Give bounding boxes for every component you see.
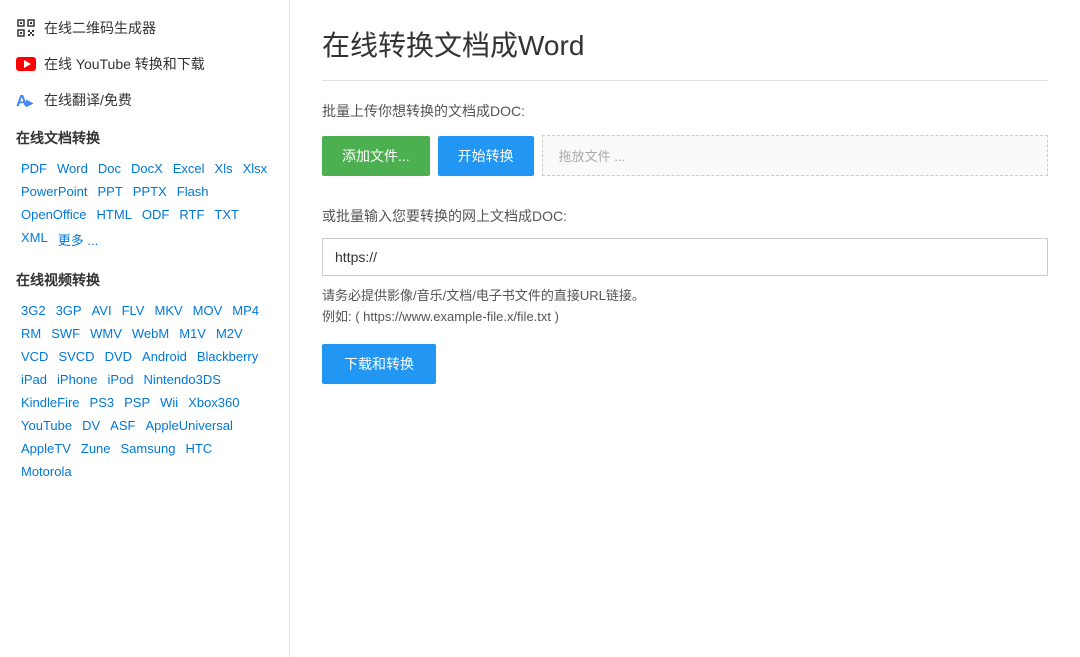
format-openoffice[interactable]: OpenOffice <box>16 204 92 225</box>
format-youtube[interactable]: YouTube <box>16 415 77 436</box>
upload-label: 批量上传你想转换的文档成DOC: <box>322 101 1048 121</box>
url-hint: 请务必提供影像/音乐/文档/电子书文件的直接URL链接。 例如: ( https… <box>322 286 1048 328</box>
url-section: 或批量输入您要转换的网上文档成DOC: 请务必提供影像/音乐/文档/电子书文件的… <box>322 206 1048 384</box>
format-m1v[interactable]: M1V <box>174 323 211 344</box>
format-mov[interactable]: MOV <box>188 300 228 321</box>
format-xml[interactable]: XML <box>16 227 53 252</box>
sidebar-item-youtube-label: 在线 YouTube 转换和下载 <box>44 54 205 74</box>
youtube-icon <box>16 54 36 74</box>
format-nintendo3ds[interactable]: Nintendo3DS <box>139 369 226 390</box>
sidebar-item-translate[interactable]: A ▶ 在线翻译/免费 <box>0 82 289 118</box>
format-3g2[interactable]: 3G2 <box>16 300 51 321</box>
format-dv[interactable]: DV <box>77 415 105 436</box>
format-rm[interactable]: RM <box>16 323 46 344</box>
format-odf[interactable]: ODF <box>137 204 174 225</box>
format-appletv[interactable]: AppleTV <box>16 438 76 459</box>
format-excel[interactable]: Excel <box>168 158 210 179</box>
url-label: 或批量输入您要转换的网上文档成DOC: <box>322 206 1048 226</box>
sidebar-item-qr[interactable]: 在线二维码生成器 <box>0 10 289 46</box>
format-dvd[interactable]: DVD <box>100 346 137 367</box>
format-asf[interactable]: ASF <box>105 415 140 436</box>
format-mkv[interactable]: MKV <box>149 300 187 321</box>
format-webm[interactable]: WebM <box>127 323 174 344</box>
doc-section-title: 在线文档转换 <box>0 118 289 154</box>
start-convert-button[interactable]: 开始转换 <box>438 136 534 176</box>
format-ipad[interactable]: iPad <box>16 369 52 390</box>
format-avi[interactable]: AVI <box>87 300 117 321</box>
sidebar-item-qr-label: 在线二维码生成器 <box>44 18 156 38</box>
doc-format-grid: PDF Word Doc DocX Excel Xls Xlsx PowerPo… <box>0 154 289 260</box>
format-swf[interactable]: SWF <box>46 323 85 344</box>
format-appleuniversal[interactable]: AppleUniversal <box>140 415 237 436</box>
format-motorola[interactable]: Motorola <box>16 461 77 482</box>
translate-icon: A ▶ <box>16 90 36 110</box>
format-ps3[interactable]: PS3 <box>85 392 120 413</box>
format-iphone[interactable]: iPhone <box>52 369 102 390</box>
format-doc[interactable]: Doc <box>93 158 126 179</box>
main-content: 在线转换文档成Word 批量上传你想转换的文档成DOC: 添加文件... 开始转… <box>290 0 1080 657</box>
format-flv[interactable]: FLV <box>117 300 150 321</box>
drop-zone[interactable]: 拖放文件 ... <box>542 135 1048 176</box>
format-html[interactable]: HTML <box>92 204 137 225</box>
format-psp[interactable]: PSP <box>119 392 155 413</box>
format-samsung[interactable]: Samsung <box>116 438 181 459</box>
format-3gp[interactable]: 3GP <box>51 300 87 321</box>
sidebar: 在线二维码生成器 在线 YouTube 转换和下载 A ▶ 在线翻译/免费 在线… <box>0 0 290 657</box>
video-section-title: 在线视频转换 <box>0 260 289 296</box>
format-zune[interactable]: Zune <box>76 438 116 459</box>
format-xbox360[interactable]: Xbox360 <box>183 392 244 413</box>
format-txt[interactable]: TXT <box>209 204 244 225</box>
format-wmv[interactable]: WMV <box>85 323 127 344</box>
sidebar-item-youtube[interactable]: 在线 YouTube 转换和下载 <box>0 46 289 82</box>
sidebar-item-translate-label: 在线翻译/免费 <box>44 90 132 110</box>
url-input[interactable] <box>322 238 1048 276</box>
page-title: 在线转换文档成Word <box>322 24 1048 81</box>
upload-area: 添加文件... 开始转换 拖放文件 ... <box>322 135 1048 176</box>
format-xls[interactable]: Xls <box>210 158 238 179</box>
format-pptx[interactable]: PPTX <box>128 181 172 202</box>
format-word[interactable]: Word <box>52 158 93 179</box>
format-more-doc[interactable]: 更多 ... <box>53 227 103 252</box>
svg-text:▶: ▶ <box>26 98 34 109</box>
add-file-button[interactable]: 添加文件... <box>322 136 430 176</box>
format-htc[interactable]: HTC <box>180 438 217 459</box>
format-blackberry[interactable]: Blackberry <box>192 346 263 367</box>
format-rtf[interactable]: RTF <box>174 204 209 225</box>
format-ipod[interactable]: iPod <box>103 369 139 390</box>
download-convert-button[interactable]: 下载和转换 <box>322 344 436 384</box>
format-mp4[interactable]: MP4 <box>227 300 264 321</box>
format-ppt-app[interactable]: PowerPoint <box>16 181 92 202</box>
format-flash[interactable]: Flash <box>172 181 214 202</box>
format-kindlefire[interactable]: KindleFire <box>16 392 85 413</box>
format-xlsx[interactable]: Xlsx <box>238 158 273 179</box>
format-android[interactable]: Android <box>137 346 192 367</box>
format-ppt[interactable]: PPT <box>92 181 127 202</box>
format-m2v[interactable]: M2V <box>211 323 248 344</box>
format-wii[interactable]: Wii <box>155 392 183 413</box>
qr-icon <box>16 18 36 38</box>
format-vcd[interactable]: VCD <box>16 346 53 367</box>
video-format-grid: 3G2 3GP AVI FLV MKV MOV MP4 RM SWF WMV W… <box>0 296 289 490</box>
format-docx[interactable]: DocX <box>126 158 168 179</box>
format-pdf[interactable]: PDF <box>16 158 52 179</box>
format-svcd[interactable]: SVCD <box>53 346 99 367</box>
